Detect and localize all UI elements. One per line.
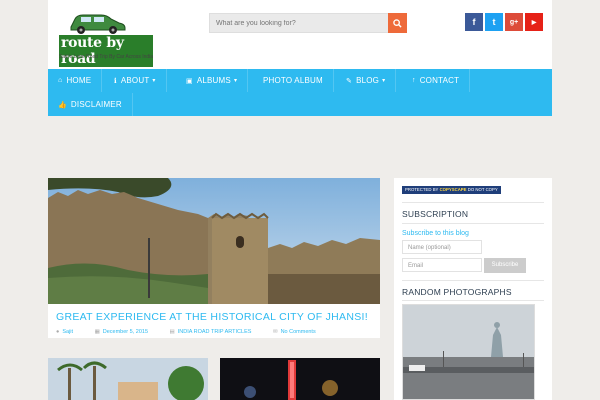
post-category-label: INDIA ROAD TRIP ARTICLES xyxy=(177,329,252,335)
copyscape-brand: COPYSCAPE xyxy=(439,187,467,192)
calendar-icon: ▦ xyxy=(94,329,100,335)
post-category[interactable]: ▤ INDIA ROAD TRIP ARTICLES xyxy=(170,329,262,335)
subscription-heading: SUBSCRIPTION xyxy=(402,209,469,219)
random-photos-heading: RANDOM PHOTOGRAPHS xyxy=(402,287,512,297)
facebook-icon[interactable]: f xyxy=(465,13,483,31)
post-thumbnail[interactable] xyxy=(48,358,208,400)
nav-photo-album-label: PHOTO ALBUM xyxy=(263,76,323,85)
nav-about[interactable]: ℹ ABOUT ▾ xyxy=(104,69,167,92)
image-icon: ▣ xyxy=(186,77,193,85)
copyscape-pre: PROTECTED BY xyxy=(405,187,439,192)
nav-albums[interactable]: ▣ ALBUMS ▾ xyxy=(176,69,249,92)
statue-photo xyxy=(403,305,534,399)
subscribe-text: Subscribe to this blog xyxy=(402,230,469,237)
sidebar: PROTECTED BY COPYSCAPE DO NOT COPY SUBSC… xyxy=(394,178,552,400)
nav-home[interactable]: ⌂ HOME xyxy=(48,69,103,92)
nav-blog[interactable]: ✎ BLOG ▾ xyxy=(336,69,397,92)
search-icon xyxy=(393,18,402,28)
home-icon: ⌂ xyxy=(58,77,63,84)
divider xyxy=(402,202,544,203)
user-icon: ● xyxy=(56,329,60,335)
random-photo[interactable] xyxy=(402,304,535,400)
post-author-label: Sajit xyxy=(62,329,74,335)
post-date: ▦ December 5, 2015 xyxy=(95,329,158,335)
night-lights-photo xyxy=(220,358,380,400)
divider xyxy=(402,300,544,301)
chevron-down-icon: ▾ xyxy=(233,78,238,84)
search-input[interactable] xyxy=(210,14,386,32)
youtube-icon[interactable]: ▶ xyxy=(525,13,543,31)
page: route by road Sajit's Lone Road Trip By … xyxy=(48,0,552,400)
nav-contact-label: CONTACT xyxy=(419,76,460,85)
divider xyxy=(402,223,544,224)
comment-icon: ✉ xyxy=(272,329,278,335)
copyscape-post: DO NOT COPY xyxy=(467,187,498,192)
featured-post: GREAT EXPERIENCE AT THE HISTORICAL CITY … xyxy=(48,178,380,338)
post-comments[interactable]: ✉ No Comments xyxy=(273,329,326,335)
nav-disclaimer[interactable]: 👍 DISCLAIMER xyxy=(48,93,133,116)
nav-disclaimer-label: DISCLAIMER xyxy=(70,100,122,109)
post-author[interactable]: ● Sajit xyxy=(56,329,83,335)
post-meta: ● Sajit ▦ December 5, 2015 ▤ INDIA ROAD TRI… xyxy=(56,329,336,335)
chevron-down-icon: ▾ xyxy=(152,78,156,84)
copyscape-badge[interactable]: PROTECTED BY COPYSCAPE DO NOT COPY xyxy=(402,186,501,194)
site-logo[interactable]: route by road Sajit's Lone Road Trip By … xyxy=(57,9,154,67)
post-comments-label: No Comments xyxy=(280,329,316,335)
name-field[interactable]: Name (optional) xyxy=(402,240,482,254)
post-image[interactable] xyxy=(48,178,380,304)
nav-blog-label: BLOG xyxy=(356,76,380,85)
site-tagline: Sajit's Lone Road Trip By Car Across Ind… xyxy=(59,54,154,60)
post-title[interactable]: GREAT EXPERIENCE AT THE HISTORICAL CITY … xyxy=(56,311,368,323)
nav-contact[interactable]: ↑ CONTACT xyxy=(402,69,471,92)
palm-photo xyxy=(48,358,208,400)
nav-albums-label: ALBUMS xyxy=(196,76,231,85)
car-logo-icon xyxy=(70,14,126,34)
site-title: route by road xyxy=(59,35,153,67)
social-links: f t g+ ▶ xyxy=(465,13,543,31)
post-date-label: December 5, 2015 xyxy=(102,329,149,335)
nav-photo-album[interactable]: PHOTO ALBUM xyxy=(253,69,334,92)
subscribe-button[interactable]: Subscribe xyxy=(484,258,526,273)
fort-photo xyxy=(48,178,380,304)
divider xyxy=(402,280,544,281)
arrow-up-icon: ↑ xyxy=(412,77,416,84)
chevron-down-icon: ▾ xyxy=(382,78,386,84)
post-thumbnail[interactable] xyxy=(220,358,380,400)
folder-icon: ▤ xyxy=(169,329,175,335)
main-nav: ⌂ HOME ℹ ABOUT ▾ ▣ ALBUMS ▾ PHOTO ALBUM … xyxy=(48,69,552,116)
twitter-icon[interactable]: t xyxy=(485,13,503,31)
google-plus-icon[interactable]: g+ xyxy=(505,13,523,31)
info-icon: ℹ xyxy=(114,77,117,85)
nav-about-label: ABOUT xyxy=(120,76,150,85)
search-box xyxy=(209,13,407,33)
thumbs-up-icon: 👍 xyxy=(58,101,67,109)
email-field[interactable]: Email xyxy=(402,258,482,272)
pencil-icon: ✎ xyxy=(346,77,353,85)
search-button[interactable] xyxy=(388,13,407,33)
header: route by road Sajit's Lone Road Trip By … xyxy=(48,0,552,69)
nav-home-label: HOME xyxy=(66,76,92,85)
